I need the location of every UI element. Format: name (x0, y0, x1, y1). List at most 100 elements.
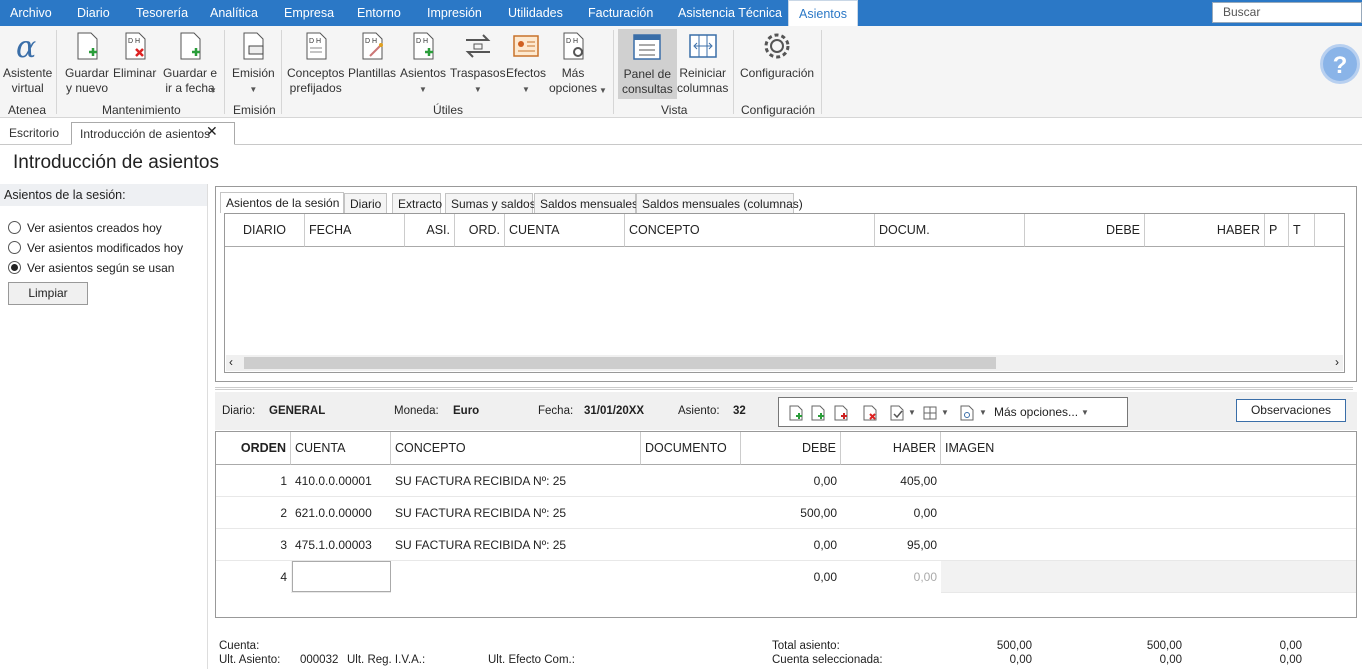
tab-extracto[interactable]: Extracto (392, 193, 442, 213)
mas-opciones-button[interactable]: D H Más opciones (549, 30, 597, 96)
observaciones-button[interactable]: Observaciones (1236, 399, 1346, 422)
tab-diario[interactable]: Diario (344, 193, 387, 213)
conceptos-prefijados-button[interactable]: D H Conceptos prefijados (287, 30, 344, 96)
mas-opciones-toolbar[interactable]: Más opciones... (994, 405, 1078, 419)
column-header-ord[interactable]: ORD. (455, 214, 505, 247)
column-header-cuenta[interactable]: CUENTA (505, 214, 625, 247)
tab-escritorio[interactable]: Escritorio (1, 122, 67, 145)
limpiar-button[interactable]: Limpiar (8, 282, 88, 305)
chevron-down-icon[interactable]: ▼ (979, 408, 987, 417)
efectos-button[interactable]: Efectos ▼ (506, 30, 546, 97)
cell-cuenta[interactable]: 621.0.0.00000 (291, 497, 391, 529)
insert-line-icon[interactable] (789, 405, 803, 421)
plantillas-button[interactable]: D H Plantillas (348, 30, 396, 81)
menu-asistencia-tecnica[interactable]: Asistencia Técnica (668, 0, 792, 26)
cell-documento[interactable] (641, 529, 741, 561)
cell-debe[interactable]: 0,00 (741, 529, 841, 561)
menu-diario[interactable]: Diario (67, 0, 120, 26)
panel-consultas-button[interactable]: Panel de consultas (618, 29, 677, 99)
column-header-debe[interactable]: DEBE (741, 432, 841, 465)
cell-concepto[interactable]: SU FACTURA RECIBIDA Nº: 25 (391, 529, 641, 561)
menu-facturacion[interactable]: Facturación (578, 0, 663, 26)
column-header-haber[interactable]: HABER (841, 432, 941, 465)
close-icon[interactable]: ✕ (206, 123, 218, 140)
traspasos-button[interactable]: Traspasos ▼ (450, 30, 506, 97)
column-header-documento[interactable]: DOCUMENTO (641, 432, 741, 465)
tab-asientos-sesion[interactable]: Asientos de la sesión (220, 192, 344, 213)
column-header-diario[interactable]: DIARIO (225, 214, 305, 247)
table-row[interactable]: 1 410.0.0.00001 SU FACTURA RECIBIDA Nº: … (216, 465, 1356, 497)
asistente-virtual-button[interactable]: α Asistente virtual (3, 30, 52, 96)
chevron-down-icon[interactable]: ▼ (1081, 408, 1089, 417)
cell-concepto[interactable]: SU FACTURA RECIBIDA Nº: 25 (391, 465, 641, 497)
radio-modificados-hoy[interactable]: Ver asientos modificados hoy (8, 241, 183, 255)
cell-haber[interactable]: 0,00 (841, 497, 941, 529)
column-header-haber[interactable]: HABER (1145, 214, 1265, 247)
column-header-imagen[interactable]: IMAGEN (941, 432, 1356, 465)
cell-haber[interactable]: 95,00 (841, 529, 941, 561)
column-header-docum[interactable]: DOCUM. (875, 214, 1025, 247)
scroll-right-icon[interactable]: › (1335, 355, 1339, 369)
preview-icon[interactable] (960, 405, 974, 421)
menu-entorno[interactable]: Entorno (347, 0, 411, 26)
menu-analitica[interactable]: Analítica (200, 0, 268, 26)
chevron-down-icon[interactable]: ▼ (908, 408, 916, 417)
scrollbar-thumb[interactable] (244, 357, 996, 369)
horizontal-scrollbar[interactable]: ‹ › (226, 355, 1343, 371)
reiniciar-columnas-button[interactable]: Reiniciar columnas (677, 30, 728, 96)
menu-asientos[interactable]: Asientos (788, 0, 858, 27)
column-header-concepto[interactable]: CONCEPTO (391, 432, 641, 465)
column-header-p[interactable]: P (1265, 214, 1289, 247)
tab-saldos-mensuales-columnas[interactable]: Saldos mensuales (columnas) (636, 193, 803, 213)
tab-sumas-saldos[interactable]: Sumas y saldos (445, 193, 536, 213)
guardar-nuevo-button[interactable]: Guardar y nuevo (65, 30, 109, 96)
cuenta-input[interactable] (292, 561, 391, 592)
panel-splitter[interactable] (215, 387, 1353, 390)
menu-archivo[interactable]: Archivo (0, 0, 62, 26)
menu-tesoreria[interactable]: Tesorería (126, 0, 198, 26)
configuracion-button[interactable]: Configuración (740, 30, 814, 81)
radio-circle[interactable] (8, 241, 21, 254)
cell-documento[interactable] (641, 465, 741, 497)
asientos-button[interactable]: D H Asientos ▼ (400, 30, 446, 97)
column-header-fecha[interactable]: FECHA (305, 214, 405, 247)
cell-concepto[interactable] (391, 561, 641, 593)
radio-segun-se-usan[interactable]: Ver asientos según se usan (8, 261, 174, 275)
column-header-cuenta[interactable]: CUENTA (291, 432, 391, 465)
cell-debe[interactable]: 500,00 (741, 497, 841, 529)
menu-impresion[interactable]: Impresión (417, 0, 492, 26)
scroll-left-icon[interactable]: ‹ (229, 355, 233, 369)
chevron-down-icon[interactable]: ▼ (941, 408, 949, 417)
cell-debe[interactable]: 0,00 (741, 465, 841, 497)
column-header-asi[interactable]: ASI. (405, 214, 455, 247)
column-header-concepto[interactable]: CONCEPTO (625, 214, 875, 247)
help-icon[interactable]: ? (1320, 44, 1360, 84)
eliminar-button[interactable]: D H Eliminar (113, 30, 156, 81)
table-row[interactable]: 2 621.0.0.00000 SU FACTURA RECIBIDA Nº: … (216, 497, 1356, 529)
cell-documento[interactable] (641, 561, 741, 593)
add-line-icon[interactable] (811, 405, 825, 421)
cell-cuenta[interactable]: 475.1.0.00003 (291, 529, 391, 561)
columns-icon[interactable] (923, 405, 937, 421)
tab-saldos-mensuales[interactable]: Saldos mensuales (534, 193, 638, 213)
cell-haber[interactable]: 0,00 (841, 561, 941, 593)
radio-creados-hoy[interactable]: Ver asientos creados hoy (8, 221, 162, 235)
cell-concepto[interactable]: SU FACTURA RECIBIDA Nº: 25 (391, 497, 641, 529)
cell-cuenta[interactable]: 410.0.0.00001 (291, 465, 391, 497)
cell-documento[interactable] (641, 497, 741, 529)
column-header-t[interactable]: T (1289, 214, 1315, 247)
cell-haber[interactable]: 405,00 (841, 465, 941, 497)
table-row-editing[interactable]: 4 0,00 0,00 (216, 561, 1356, 593)
cell-debe[interactable]: 0,00 (741, 561, 841, 593)
validate-icon[interactable] (890, 405, 904, 421)
menu-empresa[interactable]: Empresa (274, 0, 344, 26)
emision-button[interactable]: Emisión ▼ (232, 30, 275, 97)
delete-line-icon[interactable] (863, 405, 877, 421)
search-input[interactable]: Buscar (1212, 2, 1362, 23)
column-header-orden[interactable]: ORDEN (216, 432, 291, 465)
table-row[interactable]: 3 475.1.0.00003 SU FACTURA RECIBIDA Nº: … (216, 529, 1356, 561)
column-header-debe[interactable]: DEBE (1025, 214, 1145, 247)
copy-line-icon[interactable] (834, 405, 848, 421)
menu-utilidades[interactable]: Utilidades (498, 0, 573, 26)
radio-circle-selected[interactable] (8, 261, 21, 274)
